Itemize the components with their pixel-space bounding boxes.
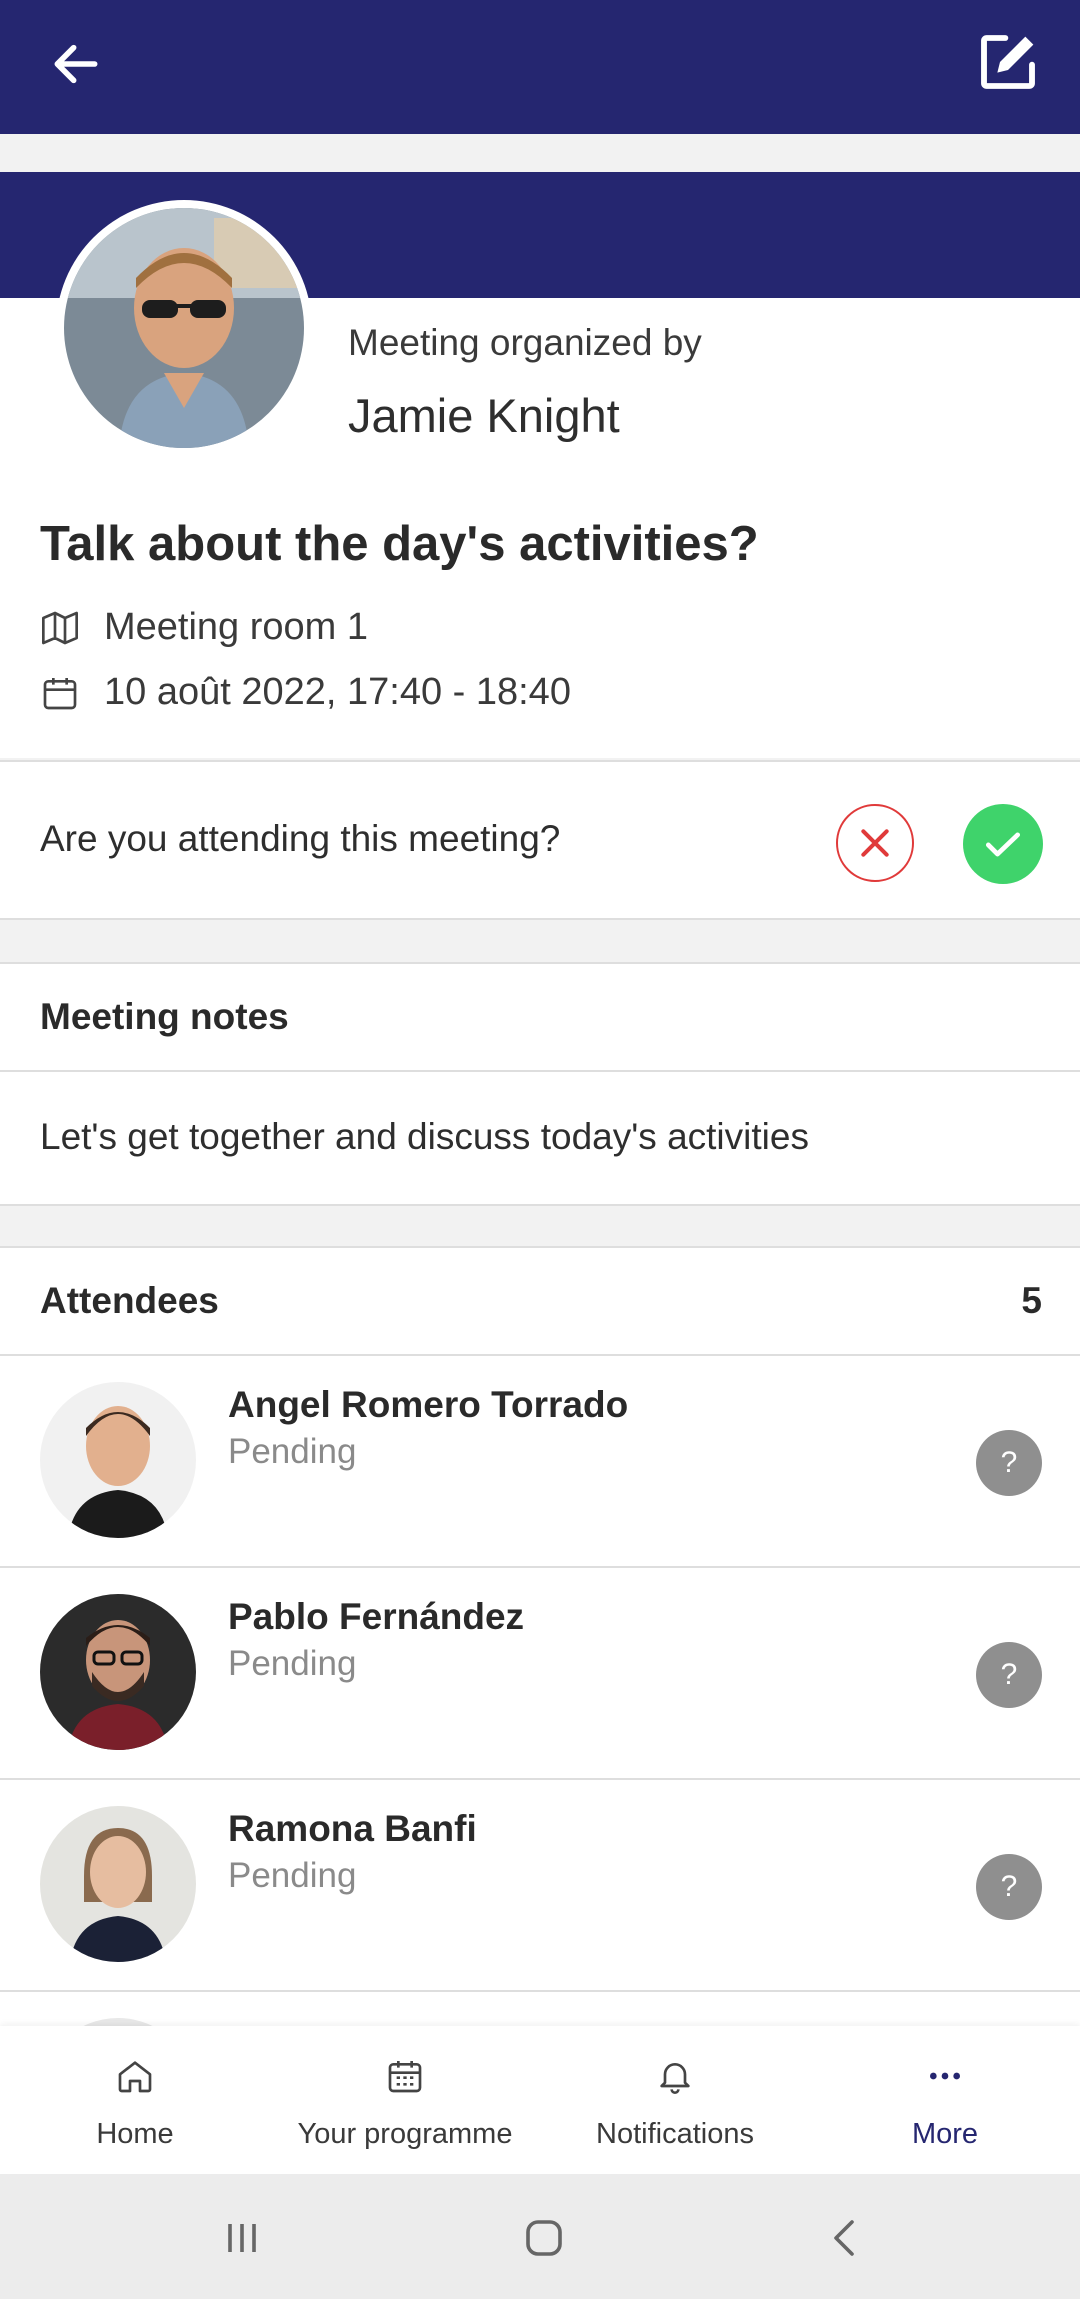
nav-your-programme[interactable]: Your programme xyxy=(270,2026,540,2174)
status-badge: ? xyxy=(976,1430,1042,1496)
calendar-icon xyxy=(43,677,77,709)
meeting-location-text: Meeting room 1 xyxy=(104,606,369,648)
top-app-bar xyxy=(0,0,1080,134)
nav-home[interactable]: Home xyxy=(0,2026,270,2174)
map-icon xyxy=(42,611,78,644)
recent-apps-icon[interactable] xyxy=(218,2214,266,2262)
avatar xyxy=(40,1594,196,1750)
nav-home-label: Home xyxy=(96,2118,174,2150)
nav-more[interactable]: More xyxy=(810,2026,1080,2174)
attendees-heading: Attendees xyxy=(40,1280,219,1321)
meeting-detail-screen: Meeting organized by Jamie Knight Talk a… xyxy=(0,0,1080,2299)
organizer-name: Jamie Knight xyxy=(348,389,620,442)
home-icon xyxy=(118,2061,152,2093)
nav-notifications[interactable]: Notifications xyxy=(540,2026,810,2174)
system-navigation-bar xyxy=(0,2174,1080,2299)
attendee-name: Pablo Fernández xyxy=(228,1596,525,1637)
attendee-list: Angel Romero Torrado Pending ? Pablo Fer… xyxy=(0,1356,1080,2026)
meeting-notes-header: Meeting notes xyxy=(0,962,1080,1072)
avatar xyxy=(40,1806,196,1962)
organizer-subtitle: Meeting organized by xyxy=(348,322,702,363)
nav-more-label: More xyxy=(911,2118,979,2150)
attendance-question: Are you attending this meeting? xyxy=(40,818,561,859)
calendar-icon xyxy=(388,2061,422,2093)
meeting-location: Meeting room 1 xyxy=(40,606,368,649)
bottom-navigation: Home Your programme Notifications More xyxy=(0,2026,1080,2174)
attendance-row: Are you attending this meeting? xyxy=(0,760,1080,920)
organizer-avatar[interactable] xyxy=(56,200,312,456)
status-badge: ? xyxy=(976,1642,1042,1708)
decline-button[interactable] xyxy=(836,804,914,882)
home-button-icon[interactable] xyxy=(520,2214,568,2262)
attendees-header: Attendees 5 xyxy=(0,1246,1080,1356)
meeting-notes-heading: Meeting notes xyxy=(40,996,289,1037)
meeting-title: Talk about the day's activities? xyxy=(40,517,759,571)
nav-notifications-label: Notifications xyxy=(596,2118,754,2150)
attendee-status: Pending xyxy=(228,1644,357,1683)
back-icon[interactable] xyxy=(822,2214,870,2262)
nav-your-programme-label: Your programme xyxy=(297,2118,513,2150)
meeting-notes-body: Let's get together and discuss today's a… xyxy=(0,1072,1080,1206)
meeting-datetime: 10 août 2022, 17:40 - 18:40 xyxy=(40,671,571,714)
meeting-notes-text: Let's get together and discuss today's a… xyxy=(40,1116,809,1157)
close-icon xyxy=(861,829,889,857)
accept-button[interactable] xyxy=(963,804,1043,884)
attendee-row[interactable]: Ramona Banfi Pending ? xyxy=(0,1780,1080,1992)
attendees-count: 5 xyxy=(1021,1280,1042,1321)
status-badge: ? xyxy=(976,1854,1042,1920)
attendee-row[interactable]: Angel Romero Torrado Pending ? xyxy=(0,1356,1080,1568)
avatar xyxy=(40,1382,196,1538)
attendee-status: Pending xyxy=(228,1432,357,1471)
attendee-row[interactable] xyxy=(0,1992,1080,2026)
edit-icon[interactable] xyxy=(976,30,1040,94)
meeting-datetime-text: 10 août 2022, 17:40 - 18:40 xyxy=(104,671,571,713)
more-icon xyxy=(930,2072,960,2080)
arrow-left-icon[interactable] xyxy=(48,36,104,92)
attendee-row[interactable]: Pablo Fernández Pending ? xyxy=(0,1568,1080,1780)
bell-icon xyxy=(660,2063,690,2094)
attendee-name: Angel Romero Torrado xyxy=(228,1384,629,1425)
check-icon xyxy=(985,832,1021,857)
attendee-name: Ramona Banfi xyxy=(228,1808,477,1849)
avatar xyxy=(40,2018,196,2026)
attendee-status: Pending xyxy=(228,1856,357,1895)
